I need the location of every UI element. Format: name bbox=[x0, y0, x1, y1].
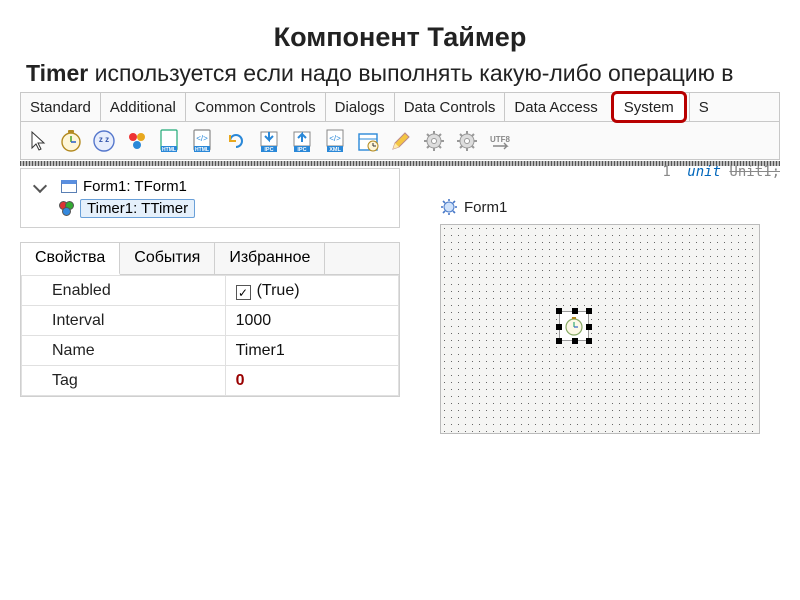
palette-tab-strip: Standard Additional Common Controls Dial… bbox=[20, 92, 780, 122]
tree-root-row[interactable]: Form1: TForm1 bbox=[29, 175, 391, 197]
gear-icon[interactable] bbox=[419, 126, 449, 156]
table-row: Interval 1000 bbox=[22, 306, 399, 336]
schedule-icon[interactable] bbox=[353, 126, 383, 156]
component-bundle-icon bbox=[59, 201, 74, 216]
palette-tab-dialogs[interactable]: Dialogs bbox=[325, 93, 394, 121]
page-title: Компонент Таймер bbox=[20, 22, 780, 53]
clock-icon bbox=[563, 315, 585, 337]
prop-value-name[interactable]: Timer1 bbox=[225, 336, 398, 366]
refresh-icon[interactable] bbox=[221, 126, 251, 156]
form-caption-icon bbox=[440, 198, 458, 216]
code-line-number: 1 bbox=[662, 164, 670, 180]
code-editor-fragment: 1 unit Unit1; bbox=[662, 164, 780, 180]
prop-name[interactable]: Tag bbox=[22, 366, 226, 396]
table-row: Name Timer1 bbox=[22, 336, 399, 366]
svg-text:HTML: HTML bbox=[162, 147, 176, 153]
prop-value-enabled[interactable]: ✓(True) bbox=[225, 276, 398, 306]
subtitle: Timer используется если надо выполнять к… bbox=[20, 59, 780, 88]
tree-child-row[interactable]: Timer1: TTimer bbox=[29, 197, 391, 219]
palette-tab-common-controls[interactable]: Common Controls bbox=[185, 93, 325, 121]
prop-value-interval[interactable]: 1000 bbox=[225, 306, 398, 336]
palette-tab-standard[interactable]: Standard bbox=[20, 93, 100, 121]
palette-toolbar: z z HTML </> HTML IPC IPC </> XML bbox=[20, 122, 780, 160]
svg-text:UTF8: UTF8 bbox=[490, 135, 511, 144]
svg-text:IPC: IPC bbox=[264, 147, 273, 153]
code-identifier: Unit1; bbox=[729, 164, 780, 180]
palette-tab-data-access[interactable]: Data Access bbox=[504, 93, 606, 121]
ipc-out-icon[interactable]: IPC bbox=[287, 126, 317, 156]
svg-text:z z: z z bbox=[99, 135, 109, 144]
inspector-tab-favorites[interactable]: Избранное bbox=[215, 243, 325, 274]
ipc-in-icon[interactable]: IPC bbox=[254, 126, 284, 156]
form-caption-text: Form1 bbox=[464, 199, 507, 216]
form-icon bbox=[61, 180, 77, 193]
pencil-icon[interactable] bbox=[386, 126, 416, 156]
subtitle-text: используется если надо выполнять какую-л… bbox=[88, 60, 733, 86]
svg-text:XML: XML bbox=[329, 147, 341, 153]
prop-name[interactable]: Interval bbox=[22, 306, 226, 336]
svg-text:</>: </> bbox=[329, 134, 341, 143]
cursor-icon[interactable] bbox=[23, 126, 53, 156]
object-tree: Form1: TForm1 Timer1: TTimer bbox=[20, 168, 400, 228]
html-doc-icon[interactable]: HTML bbox=[155, 126, 185, 156]
utf8-icon[interactable]: UTF8 bbox=[485, 126, 515, 156]
svg-text:HTML: HTML bbox=[195, 147, 209, 153]
timer-component[interactable] bbox=[559, 311, 589, 341]
form-designer-caption: Form1 bbox=[440, 198, 780, 216]
prop-name[interactable]: Name bbox=[22, 336, 226, 366]
process-icon[interactable] bbox=[122, 126, 152, 156]
checkbox-icon[interactable]: ✓ bbox=[236, 285, 251, 300]
tree-root-label: Form1: TForm1 bbox=[83, 178, 187, 195]
code-keyword: unit bbox=[687, 164, 721, 180]
palette-tab-system[interactable]: System bbox=[611, 91, 687, 123]
subtitle-bold: Timer bbox=[26, 60, 88, 86]
inspector-tabs: Свойства События Избранное bbox=[21, 243, 399, 275]
gear-icon[interactable] bbox=[452, 126, 482, 156]
tree-selected-label: Timer1: TTimer bbox=[80, 199, 195, 218]
svg-text:IPC: IPC bbox=[297, 147, 306, 153]
palette-tab-additional[interactable]: Additional bbox=[100, 93, 185, 121]
component-palette: Standard Additional Common Controls Dial… bbox=[20, 92, 780, 166]
clock-icon[interactable] bbox=[56, 126, 86, 156]
prop-name[interactable]: Enabled bbox=[22, 276, 226, 306]
inspector-tab-properties[interactable]: Свойства bbox=[21, 243, 120, 275]
svg-text:</>: </> bbox=[196, 134, 208, 143]
form-designer-canvas[interactable] bbox=[440, 224, 760, 434]
xml-icon[interactable]: </> XML bbox=[320, 126, 350, 156]
html-code-icon[interactable]: </> HTML bbox=[188, 126, 218, 156]
inspector-tab-events[interactable]: События bbox=[120, 243, 215, 274]
palette-tab-overflow[interactable]: S bbox=[689, 93, 708, 121]
object-inspector: Свойства События Избранное Enabled ✓(Tru… bbox=[20, 242, 400, 397]
property-table: Enabled ✓(True) Interval 1000 Name Timer… bbox=[21, 275, 399, 396]
idle-icon[interactable]: z z bbox=[89, 126, 119, 156]
palette-tab-data-controls[interactable]: Data Controls bbox=[394, 93, 505, 121]
table-row: Enabled ✓(True) bbox=[22, 276, 399, 306]
table-row: Tag 0 bbox=[22, 366, 399, 396]
prop-value-tag[interactable]: 0 bbox=[225, 366, 398, 396]
chevron-down-icon bbox=[33, 179, 47, 193]
